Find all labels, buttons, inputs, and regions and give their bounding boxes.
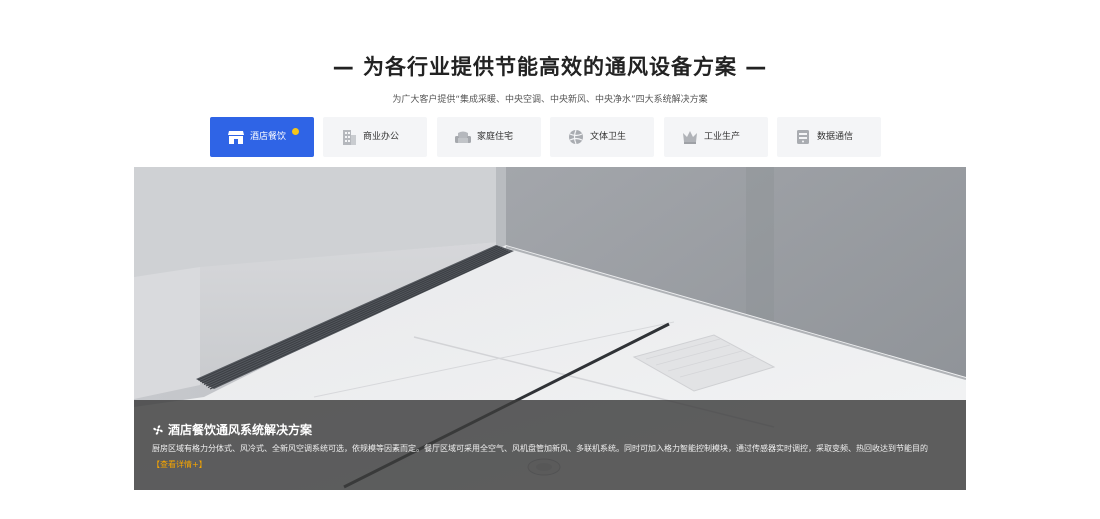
crown-icon <box>683 131 697 144</box>
tab-data-communication[interactable]: 数据通信 <box>777 117 881 157</box>
page-subtitle: 为广大客户提供“集成采暖、中央空调、中央新风、中央净水”四大系统解决方案 <box>392 95 708 105</box>
hero-image: 酒店餐饮通风系统解决方案 厨房区域有格力分体式、风冷式、全新风空调系统可选，依规… <box>134 167 966 490</box>
ball-icon <box>569 129 583 145</box>
store-icon <box>228 131 244 144</box>
office-building-icon <box>343 130 356 145</box>
tab-home-residence[interactable]: 家庭住宅 <box>437 117 541 157</box>
server-icon <box>797 130 809 144</box>
tab-label: 数据通信 <box>817 132 854 142</box>
tab-label: 商业办公 <box>363 132 400 142</box>
industry-tabs: 酒店餐饮 商业办公 家庭住宅 文体卫生 工业生产 数据通信 <box>210 117 882 157</box>
sofa-icon <box>455 131 471 143</box>
active-badge <box>292 128 299 135</box>
tab-industrial-production[interactable]: 工业生产 <box>664 117 768 157</box>
tab-label: 文体卫生 <box>590 132 627 142</box>
tab-label: 酒店餐饮 <box>250 132 287 142</box>
tab-business-office[interactable]: 商业办公 <box>323 117 427 157</box>
tab-label: 家庭住宅 <box>477 132 514 142</box>
view-details-link[interactable]: 【查看详情+】 <box>152 459 207 471</box>
tab-hotel-dining[interactable]: 酒店餐饮 <box>210 117 314 157</box>
solution-description: 厨房区域有格力分体式、风冷式、全新风空调系统可选，依规模等因素而定。餐厅区域可采… <box>152 444 928 453</box>
page-title: — 为各行业提供节能高效的通风设备方案 — <box>332 55 768 79</box>
solution-title-text: 酒店餐饮通风系统解决方案 <box>168 423 313 437</box>
tab-culture-sports-health[interactable]: 文体卫生 <box>550 117 654 157</box>
solution-caption: 酒店餐饮通风系统解决方案 厨房区域有格力分体式、风冷式、全新风空调系统可选，依规… <box>134 400 966 490</box>
tab-label: 工业生产 <box>704 132 741 142</box>
solution-title: 酒店餐饮通风系统解决方案 <box>152 421 312 439</box>
fan-icon <box>153 425 163 435</box>
